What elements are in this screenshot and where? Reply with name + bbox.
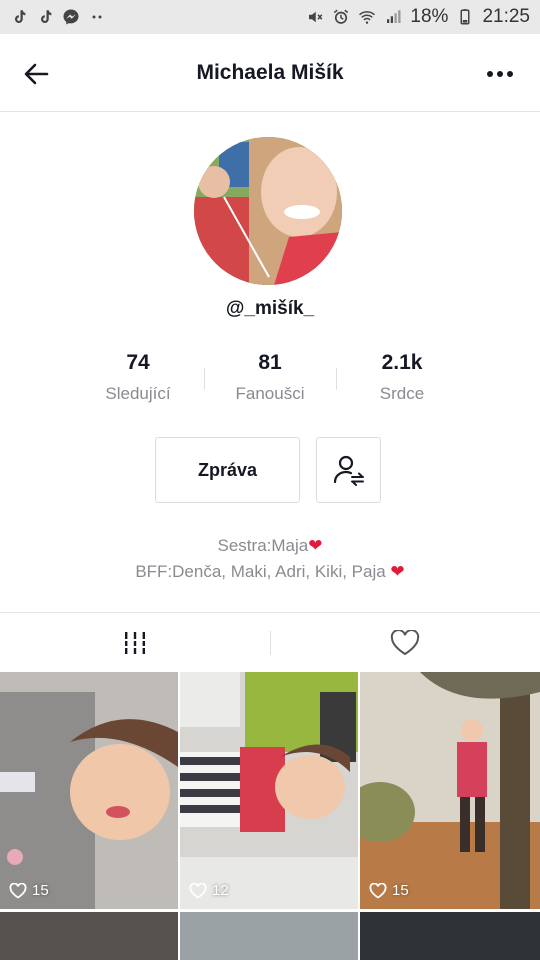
alarm-icon [332,8,350,26]
thumbnail-image [360,672,540,909]
heart-outline-icon [9,882,27,899]
follow-back-button[interactable] [316,437,381,503]
stat-label: Srdce [379,384,425,403]
stat-likes: 2.1k Srdce [336,348,468,410]
messenger-icon [62,8,80,26]
stat-value: 2.1k [381,351,423,374]
likes-count: 12 [212,882,229,899]
mute-icon [306,8,324,26]
video-grid: 15 12 15 [0,672,540,960]
profile-stats: 74 Sledující 81 Fanoušci 2.1k Srdce [72,348,468,410]
videos-grid-icon [122,631,148,654]
stat-label: Sledující [105,384,171,403]
bio-text: Sestra:Maja [217,536,309,555]
tab-liked[interactable] [270,613,540,672]
more-dots-icon [88,8,106,26]
profile-avatar[interactable] [194,137,342,285]
likes-count: 15 [32,882,49,899]
profile-username: @_mišík_ [225,298,315,319]
video-thumbnail[interactable]: 15 [360,672,540,909]
heart-outline-icon [189,882,207,899]
video-thumbnail[interactable] [180,912,358,960]
stat-value: 81 [258,351,282,374]
bio-line: Sestra:Maja❤ [0,533,540,559]
status-left-icons [10,8,106,26]
page-title: Michaela Mišík [196,60,344,84]
tiktok-icon [10,8,28,26]
stat-followers[interactable]: 81 Fanoušci [204,348,336,410]
heart-emoji-icon: ❤ [390,562,405,581]
video-likes: 15 [9,882,49,899]
video-likes: 15 [369,882,409,899]
stat-following[interactable]: 74 Sledující [72,348,204,410]
thumbnail-image [180,672,358,909]
more-options-button[interactable] [482,56,518,92]
tiktok-icon [36,8,54,26]
profile-header: Michaela Mišík [0,34,540,112]
status-right-icons: 18% 21:25 [306,6,530,28]
message-button[interactable]: Zpráva [155,437,300,503]
video-thumbnail[interactable]: 12 [180,672,358,909]
user-swap-icon [333,455,364,486]
stat-value: 74 [126,351,150,374]
avatar-photo [194,137,342,285]
video-likes: 12 [189,882,229,899]
video-thumbnail[interactable] [0,912,178,960]
video-thumbnail[interactable]: 15 [0,672,178,909]
video-thumbnail[interactable] [360,912,540,960]
bio-text: BFF:Denča, Maki, Adri, Kiki, Paja [135,562,391,581]
heart-outline-icon [369,882,387,899]
clock: 21:25 [482,6,530,27]
stat-label: Fanoušci [235,384,305,403]
status-bar: 18% 21:25 [0,0,540,34]
battery-icon [456,8,474,26]
signal-icon [384,8,402,26]
arrow-left-icon [24,63,49,85]
heart-emoji-icon: ❤ [308,536,323,555]
profile-tabs [0,612,540,672]
heart-outline-icon [390,629,420,655]
battery-percent: 18% [410,6,449,27]
thumbnail-image [0,672,178,909]
back-button[interactable] [18,56,54,92]
likes-count: 15 [392,882,409,899]
profile-bio: Sestra:Maja❤ BFF:Denča, Maki, Adri, Kiki… [0,533,540,585]
tab-videos[interactable] [0,613,270,672]
more-horizontal-icon [487,71,513,77]
wifi-icon [358,8,376,26]
bio-line: BFF:Denča, Maki, Adri, Kiki, Paja ❤ [0,559,540,585]
